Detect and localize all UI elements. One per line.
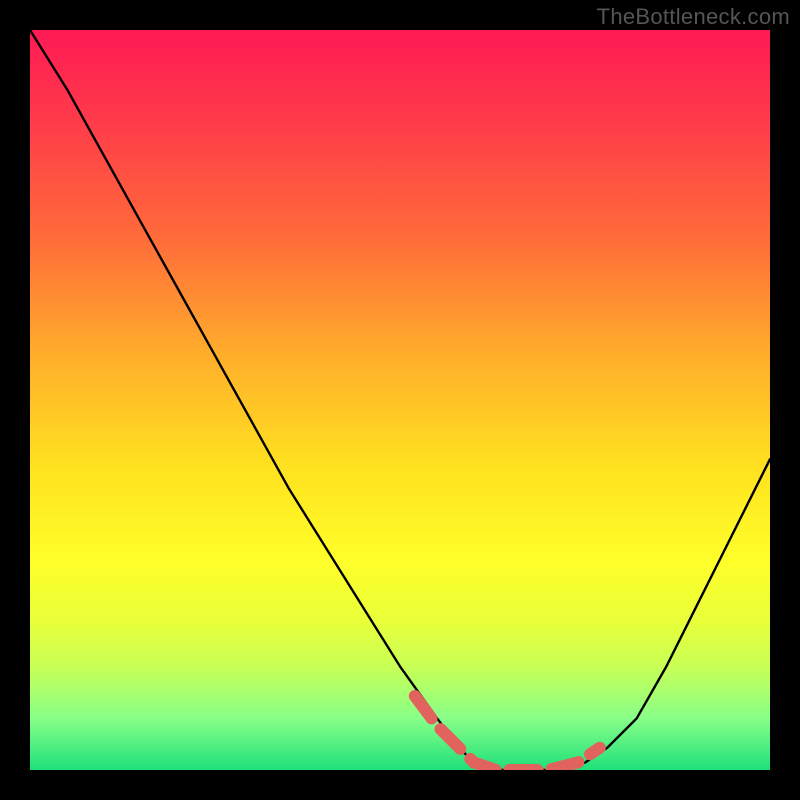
chart-frame: TheBottleneck.com: [0, 0, 800, 800]
bottleneck-curve: [30, 30, 770, 770]
watermark-text: TheBottleneck.com: [597, 4, 790, 30]
chart-svg: [30, 30, 770, 770]
optimal-zone-highlight: [415, 696, 600, 770]
plot-area: [30, 30, 770, 770]
